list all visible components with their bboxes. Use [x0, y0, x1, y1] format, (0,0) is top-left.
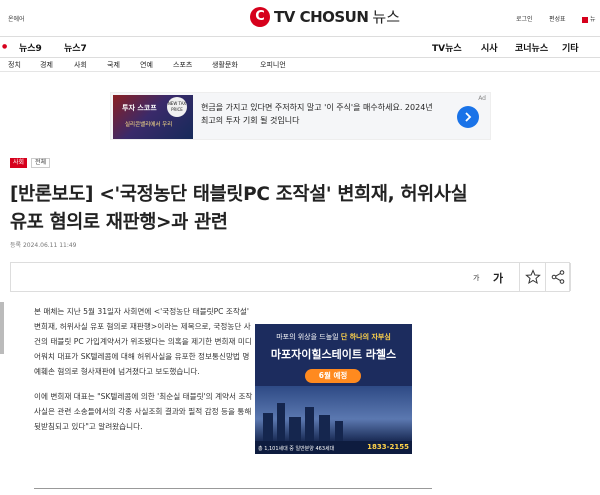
left-scroll-edge — [0, 302, 4, 354]
share-icon[interactable] — [550, 269, 566, 285]
logo-suffix: 뉴스 — [372, 8, 401, 26]
building-shape — [277, 403, 285, 441]
logo-mark: C — [250, 6, 270, 27]
schedule-link[interactable]: 편성표 — [549, 14, 566, 23]
inline-ad-line1a: 마포의 위상을 드높일 — [276, 333, 339, 341]
article-toolbar: 가 가 — [10, 262, 571, 292]
ad-thumb-circle: NEW TAX PRICE — [167, 97, 187, 117]
font-small-button[interactable]: 가 — [473, 273, 479, 283]
site-logo[interactable]: C TV CHOSUN 뉴스 — [250, 6, 400, 27]
nav-item-news9[interactable]: 뉴스9 — [19, 41, 42, 54]
category-world[interactable]: 국제 — [107, 60, 120, 70]
news-link-label: 뉴 — [590, 16, 596, 23]
category-lifestyle[interactable]: 생활문화 — [212, 60, 238, 70]
chevron-right-icon[interactable] — [457, 106, 479, 128]
nav-dot-icon: ● — [2, 43, 8, 50]
article-headline: [반론보도] <'국정농단 태블릿PC 조작설' 변희재, 허위사실 유포 혐의… — [10, 184, 468, 233]
inline-ad-line1: 마포의 위상을 드높일 단 하나의 자부심 — [255, 332, 412, 342]
toolbar-divider — [519, 263, 520, 291]
nav-item-tvnews[interactable]: TV뉴스 — [432, 41, 462, 54]
inline-ad-title: 마포자이힐스테이트 라첼스 — [270, 348, 397, 361]
main-nav: ● 뉴스9 뉴스7 TV뉴스 시사 코너뉴스 기타 — [0, 36, 600, 58]
news-square-icon — [582, 16, 588, 23]
font-large-button[interactable]: 가 — [493, 270, 503, 286]
ad-banner[interactable]: 투자 스코프 실리콘밸리에서 우리 NEW TAX PRICE 현금을 가지고 … — [110, 92, 491, 140]
article-paragraph: 이에 변희재 대표는 "SK텔레콤에 의한 '최순실 태블릿'의 계약서 조작 … — [34, 392, 253, 431]
star-icon[interactable] — [525, 269, 541, 285]
category-opinion[interactable]: 오피니언 — [260, 60, 286, 70]
toolbar-divider — [570, 263, 571, 291]
building-shape — [335, 421, 343, 441]
section-badge[interactable]: 사회 — [10, 158, 28, 168]
ad-thumbnail: 투자 스코프 실리콘밸리에서 우리 NEW TAX PRICE — [113, 95, 193, 139]
building-shape — [263, 413, 273, 441]
building-shape — [319, 415, 330, 441]
logo-brand: TV CHOSUN — [274, 7, 369, 26]
article-paragraph: 본 매체는 지난 5월 31일자 사회면에 <'국정농단 태블릿PC 조작설' … — [34, 307, 252, 376]
category-bar: 정치 경제 사회 국제 연예 스포츠 생활문화 오피니언 — [0, 58, 600, 72]
nav-item-corner[interactable]: 코너뉴스 — [515, 41, 548, 54]
inline-ad-footer: 총 1,101세대 중 일반분양 463세대 1833-2155 — [255, 441, 412, 454]
inline-ad[interactable]: 마포의 위상을 드높일 단 하나의 자부심 마포자이힐스테이트 라첼스 6월 예… — [255, 324, 412, 454]
category-entertainment[interactable]: 연예 — [140, 60, 153, 70]
nav-item-other[interactable]: 기타 — [562, 41, 579, 54]
inline-ad-pill: 6월 예정 — [305, 369, 361, 383]
subsection-badge[interactable]: 전체 — [31, 158, 51, 168]
inline-ad-phone: 1833-2155 — [367, 443, 409, 451]
ad-text: 현금을 가지고 있다면 주저하지 말고 '이 주식'을 매수하세요. 2024년… — [201, 103, 433, 125]
ad-label: Ad — [478, 95, 486, 102]
ad-thumb-sub: 실리콘밸리에서 우리 — [125, 122, 173, 128]
toolbar-divider — [545, 263, 546, 291]
login-link[interactable]: 로그인 — [516, 14, 533, 23]
category-politics[interactable]: 정치 — [8, 60, 21, 70]
divider — [34, 488, 432, 489]
ad-thumb-title: 투자 스코프 — [122, 104, 157, 112]
onair-link[interactable]: 온에어 — [8, 14, 25, 23]
building-shape — [289, 417, 301, 441]
nav-item-current[interactable]: 시사 — [481, 41, 498, 54]
category-sports[interactable]: 스포츠 — [173, 60, 192, 70]
inline-ad-line1b: 단 하나의 자부심 — [340, 333, 391, 341]
inline-ad-footer-text: 총 1,101세대 중 일반분양 463세대 — [258, 446, 335, 452]
category-society[interactable]: 사회 — [74, 60, 87, 70]
building-shape — [305, 407, 314, 441]
news-link[interactable]: 뉴 — [582, 14, 596, 23]
article-byline: 등록 2024.06.11 11:49 — [10, 242, 77, 249]
top-header: 온에어 C TV CHOSUN 뉴스 로그인 편성표 뉴 — [0, 0, 600, 34]
category-economy[interactable]: 경제 — [40, 60, 53, 70]
nav-item-news7[interactable]: 뉴스7 — [64, 41, 87, 54]
